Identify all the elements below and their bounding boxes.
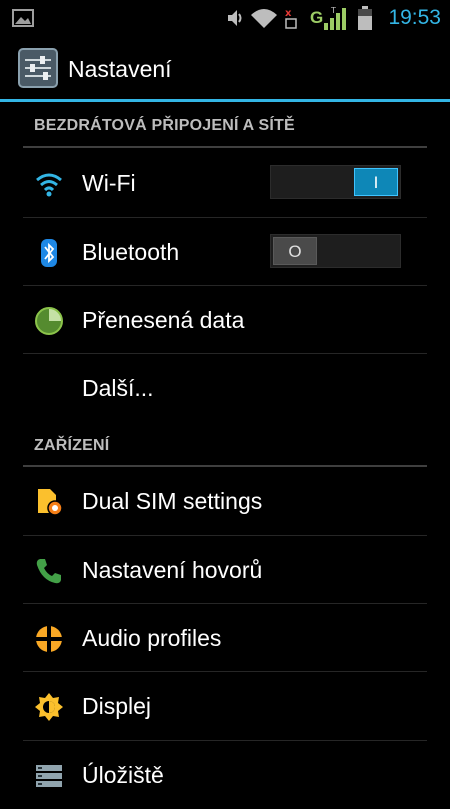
settings-item-more[interactable]: Další... — [0, 354, 450, 422]
dual-sim-icon — [34, 487, 64, 517]
section-header-device: ZAŘÍZENÍ — [0, 422, 450, 468]
wifi-icon — [34, 169, 64, 199]
settings-item-label: Wi-Fi — [82, 170, 136, 196]
svg-text:T: T — [330, 6, 336, 15]
settings-item-storage[interactable]: Úložiště — [0, 741, 450, 809]
settings-item-wifi[interactable]: Wi-Fi I — [0, 149, 450, 217]
display-brightness-icon — [34, 692, 64, 722]
settings-item-label: Úložiště — [82, 762, 164, 788]
sim-no-signal-icon: x — [284, 0, 298, 36]
settings-item-label: Bluetooth — [82, 239, 180, 265]
settings-item-display[interactable]: Displej — [0, 672, 450, 740]
section-label: ZAŘÍZENÍ — [34, 437, 110, 454]
action-bar: Nastavení — [0, 36, 450, 100]
audio-profiles-icon — [34, 624, 64, 654]
gallery-icon — [12, 0, 34, 36]
data-usage-icon — [34, 306, 64, 336]
settings-item-data-usage[interactable]: Přenesená data — [0, 286, 450, 354]
bluetooth-toggle[interactable]: O — [270, 234, 401, 268]
settings-item-label: Další... — [82, 375, 154, 401]
settings-item-label: Dual SIM settings — [82, 488, 263, 514]
settings-item-audio-profiles[interactable]: Audio profiles — [0, 604, 450, 672]
section-divider — [23, 146, 427, 148]
cell-signal-icon: T — [322, 0, 352, 36]
settings-item-bluetooth[interactable]: Bluetooth O — [0, 218, 450, 286]
status-clock: 19:53 — [388, 6, 441, 29]
storage-icon — [34, 761, 64, 791]
section-label: BEZDRÁTOVÁ PŘIPOJENÍ A SÍTĚ — [34, 117, 295, 134]
battery-icon — [358, 0, 372, 36]
settings-item-call-settings[interactable]: Nastavení hovorů — [0, 536, 450, 604]
volume-icon — [226, 0, 244, 36]
page-title: Nastavení — [68, 56, 172, 82]
settings-item-label: Displej — [82, 693, 152, 719]
bluetooth-icon — [34, 238, 64, 268]
settings-item-label: Nastavení hovorů — [82, 557, 263, 583]
phone-icon — [34, 556, 64, 586]
settings-item-label: Audio profiles — [82, 625, 222, 651]
section-header-wireless: BEZDRÁTOVÁ PŘIPOJENÍ A SÍTĚ — [0, 102, 450, 148]
toggle-knob: I — [354, 168, 398, 196]
status-bar: x G T 19:53 — [0, 0, 450, 36]
wifi-toggle[interactable]: I — [270, 165, 401, 199]
settings-item-label: Přenesená data — [82, 307, 245, 333]
wifi-signal-icon — [250, 0, 278, 36]
settings-sliders-icon[interactable] — [18, 48, 58, 88]
toggle-knob: O — [273, 237, 317, 265]
settings-item-dual-sim[interactable]: Dual SIM settings — [0, 467, 450, 535]
svg-text:x: x — [285, 8, 292, 19]
